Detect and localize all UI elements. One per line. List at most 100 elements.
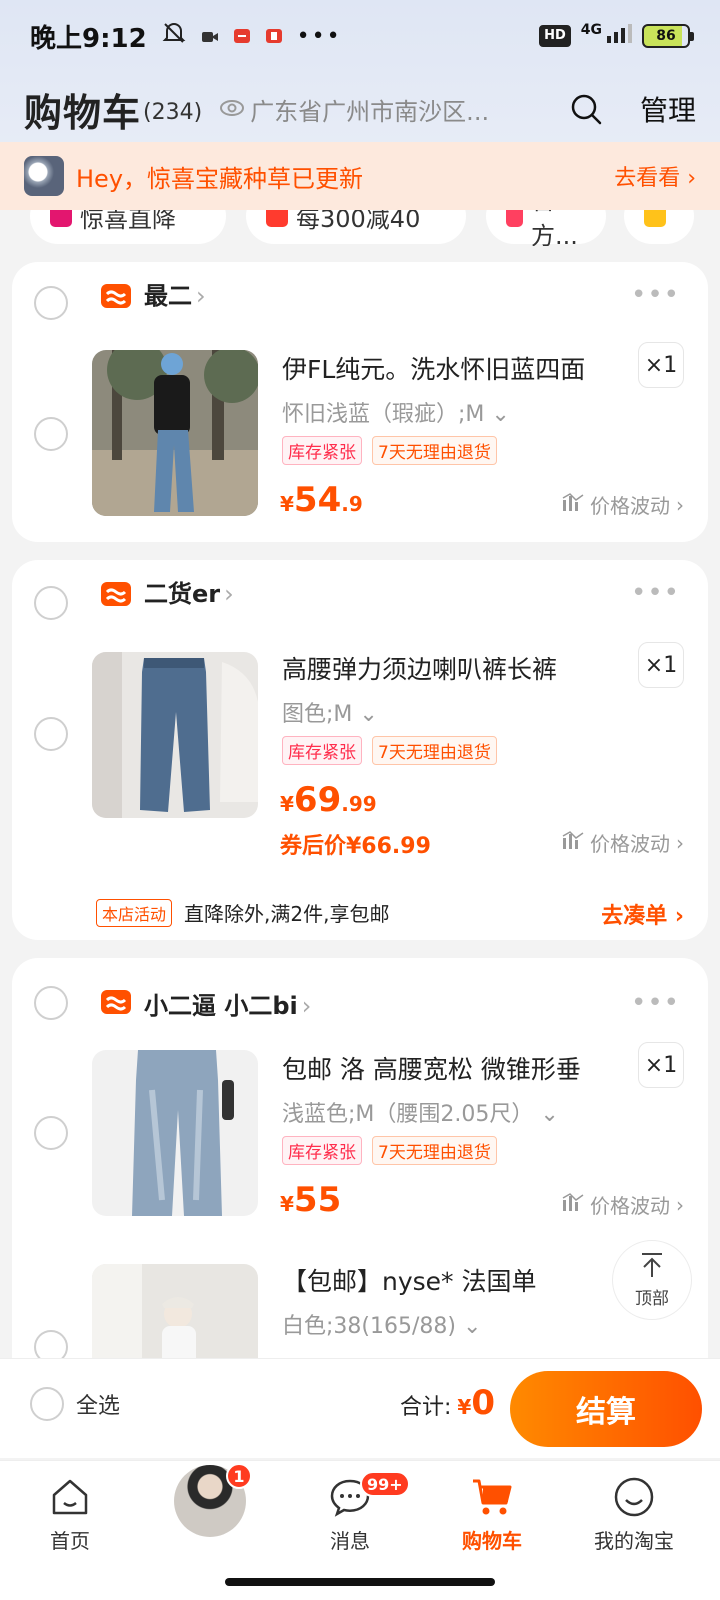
select-all[interactable]: 全选 <box>30 1387 120 1421</box>
shop-name[interactable]: 小二逼 小二bi › <box>144 986 311 1021</box>
checkout-button[interactable]: 结算 <box>510 1371 702 1447</box>
sku-selector[interactable]: 浅蓝色;M（腰围2.05尺） ⌄ <box>282 1096 559 1128</box>
item-select-radio[interactable] <box>34 1330 68 1358</box>
location-icon <box>220 95 245 123</box>
sku-selector[interactable]: 白色;38(165/88) ⌄ <box>282 1308 481 1340</box>
item-select-radio[interactable] <box>34 1116 68 1150</box>
select-all-radio[interactable] <box>30 1387 64 1421</box>
coupon-icon <box>644 210 666 227</box>
item-select-radio[interactable] <box>34 417 68 451</box>
tab-recommend[interactable]: 1 <box>150 1463 270 1537</box>
chip-discount[interactable]: 每300减40 <box>246 210 466 244</box>
product-image[interactable] <box>92 652 258 818</box>
chevron-right-icon: › <box>499 95 500 123</box>
product-title[interactable]: 【包邮】nyse* 法国单 <box>282 1262 537 1298</box>
shop-icon <box>100 578 132 608</box>
sku-selector[interactable]: 怀旧浅蓝（瑕疵）;M ⌄ <box>282 396 510 428</box>
more-icon[interactable]: ••• <box>631 578 680 608</box>
product-image[interactable] <box>92 1050 258 1216</box>
shop-promo: 本店活动 直降除外,满2件,享包邮 <box>96 898 389 927</box>
location-selector[interactable]: 广东省广州市南沙区... › <box>220 92 500 127</box>
tab-messages[interactable]: 消息 99+ <box>290 1471 410 1554</box>
price-trend-icon <box>562 1192 584 1217</box>
shop-select-radio[interactable] <box>34 286 68 320</box>
status-bar: 晚上9:12 ••• HD 4G 86 <box>0 0 720 72</box>
cart-icon <box>470 1475 514 1519</box>
product-title[interactable]: 包邮 洛 高腰宽松 微锥形垂 <box>282 1050 581 1086</box>
quantity-button[interactable]: ×1 <box>638 642 684 688</box>
tab-cart[interactable]: 购物车 <box>432 1475 552 1554</box>
chip-price-drop[interactable]: 惊喜直降 <box>30 210 226 244</box>
location-text: 广东省广州市南沙区... <box>250 97 490 126</box>
shop-header: 二货er › ••• <box>12 560 708 630</box>
back-to-top-label: 顶部 <box>635 1289 669 1309</box>
recommend-badge: 1 <box>226 1463 252 1489</box>
quantity-button[interactable]: ×1 <box>638 342 684 388</box>
shop-card: 二货er › ••• 高腰弹力须边喇叭裤长裤 ×1 图色;M ⌄ 库存紧张 7天无… <box>12 560 708 940</box>
shop-name[interactable]: 二货er › <box>144 574 234 609</box>
tag-low-stock: 库存紧张 <box>282 436 362 465</box>
shop-name[interactable]: 最二 › <box>144 276 206 311</box>
home-icon <box>48 1475 92 1519</box>
tag-return-policy: 7天无理由退货 <box>372 436 497 465</box>
network-label: 4G <box>580 22 602 38</box>
search-icon[interactable] <box>566 89 606 129</box>
quantity-button[interactable]: ×1 <box>638 1042 684 1088</box>
shop-header: 小二逼 小二bi › ••• <box>12 958 708 1028</box>
promo-text: 直降除外,满2件,享包邮 <box>184 902 390 926</box>
product-title[interactable]: 伊FL纯元。洗水怀旧蓝四面 <box>282 350 585 386</box>
shop-header: 最二 › ••• <box>12 262 708 332</box>
total-label: 合计: <box>400 1395 452 1420</box>
shop-select-radio[interactable] <box>34 586 68 620</box>
product-price: ¥54.9 <box>280 480 363 520</box>
total-price: 合计: ¥0 <box>400 1383 495 1423</box>
arrow-up-icon <box>638 1251 666 1284</box>
chip-more[interactable] <box>624 210 694 244</box>
select-all-label: 全选 <box>76 1394 121 1419</box>
item-select-radio[interactable] <box>34 717 68 751</box>
total-amount: ¥0 <box>457 1383 496 1423</box>
shop-card: 最二 › ••• 伊FL纯元。洗水怀旧蓝四面 ×1 怀旧浅蓝（瑕疵）;M ⌄ 库存… <box>12 262 708 542</box>
official-icon <box>506 210 524 227</box>
price-trend-link[interactable]: 价格波动 › <box>562 490 684 519</box>
mute-icon <box>161 20 187 53</box>
tab-home[interactable]: 首页 <box>10 1475 130 1554</box>
battery-icon: 86 <box>642 24 694 48</box>
more-icon[interactable]: ••• <box>631 988 680 1018</box>
product-price: ¥69.99 <box>280 780 377 820</box>
tag-return-policy: 7天无理由退货 <box>372 1136 497 1165</box>
app-notify-icon <box>233 21 251 51</box>
banner-action[interactable]: 去看看 › <box>614 160 696 192</box>
product-image[interactable] <box>92 1264 258 1358</box>
tag-low-stock: 库存紧张 <box>282 1136 362 1165</box>
video-icon <box>201 21 219 51</box>
promo-tag: 本店活动 <box>96 898 173 927</box>
chip-official[interactable]: 官方... <box>486 210 606 246</box>
signal-icon <box>606 21 632 51</box>
promo-banner[interactable]: Hey，惊喜宝藏种草已更新 去看看 › <box>0 142 720 210</box>
price-trend-link[interactable]: 价格波动 › <box>562 828 684 857</box>
home-indicator <box>225 1578 495 1586</box>
sku-selector[interactable]: 图色;M ⌄ <box>282 696 378 728</box>
profile-smile-icon <box>612 1475 656 1519</box>
product-title[interactable]: 高腰弹力须边喇叭裤长裤 <box>282 650 557 686</box>
product-image[interactable] <box>92 350 258 516</box>
page-title: 购物车 <box>24 90 142 135</box>
price-trend-link[interactable]: 价格波动 › <box>562 1190 684 1219</box>
price-trend-icon <box>562 830 584 855</box>
add-items-link[interactable]: 去凑单 › <box>601 898 684 930</box>
manage-button[interactable]: 管理 <box>640 89 696 129</box>
more-icon[interactable]: ••• <box>631 280 680 310</box>
cart-count: (234) <box>143 99 203 125</box>
product-tags: 库存紧张 7天无理由退货 <box>282 1136 497 1165</box>
back-to-top-button[interactable]: 顶部 <box>612 1240 692 1320</box>
banner-thumbnail <box>24 156 64 196</box>
checkout-bar: 全选 合计: ¥0 结算 <box>0 1358 720 1458</box>
tag-return-policy: 7天无理由退货 <box>372 736 497 765</box>
tag-low-stock: 库存紧张 <box>282 736 362 765</box>
tab-my-taobao[interactable]: 我的淘宝 <box>574 1475 694 1554</box>
messages-badge: 99+ <box>360 1471 410 1497</box>
shop-select-radio[interactable] <box>34 986 68 1020</box>
shop-icon <box>100 986 132 1016</box>
shop-icon <box>100 280 132 310</box>
